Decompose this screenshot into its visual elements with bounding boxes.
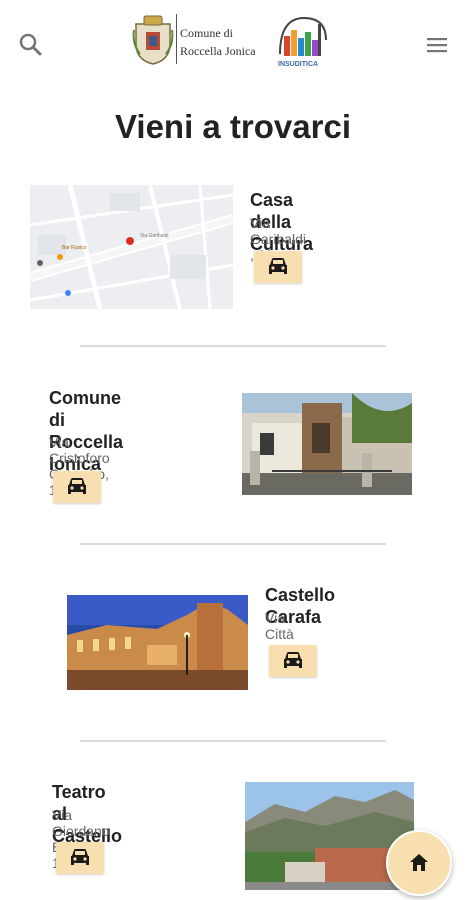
logo-divider: [176, 14, 177, 64]
directions-button[interactable]: [269, 645, 317, 677]
map-street-label: Via Garibaldi: [140, 233, 169, 239]
section-divider: [80, 345, 386, 347]
car-icon: [71, 849, 89, 865]
place-photo[interactable]: [242, 393, 412, 495]
place-address: Via Città: [265, 610, 294, 642]
car-icon: [68, 478, 86, 494]
car-icon: [269, 258, 287, 274]
car-icon: [284, 652, 302, 668]
directions-button[interactable]: [56, 842, 104, 874]
municipality-crest-logo: [132, 14, 174, 66]
logo-line-2: Roccella Jonica: [180, 44, 256, 58]
section-divider: [80, 740, 386, 742]
app-header: Comune di Roccella Jonica INSUDITICA: [0, 0, 466, 90]
section-divider: [80, 543, 386, 545]
home-icon: [410, 854, 428, 871]
map-poi-label: Bar Ruisco: [62, 245, 87, 251]
hamburger-menu-icon: [427, 38, 447, 53]
logo-line-1: Comune di: [180, 26, 233, 40]
brand-logo-text: INSUDITICA: [278, 61, 318, 68]
menu-button[interactable]: [422, 30, 452, 60]
page-title: Vieni a trovarci: [114, 108, 351, 145]
municipality-name: Comune di Roccella Jonica: [180, 24, 256, 60]
directions-button[interactable]: [53, 471, 101, 503]
place-photo[interactable]: [67, 595, 248, 690]
search-button[interactable]: [16, 30, 46, 60]
search-icon: [19, 33, 42, 56]
home-button[interactable]: [386, 830, 452, 896]
directions-button[interactable]: [254, 251, 302, 283]
brand-logo: INSUDITICA: [274, 10, 332, 70]
place-map-thumbnail[interactable]: Via Garibaldi Bar Ruisco: [30, 185, 233, 309]
